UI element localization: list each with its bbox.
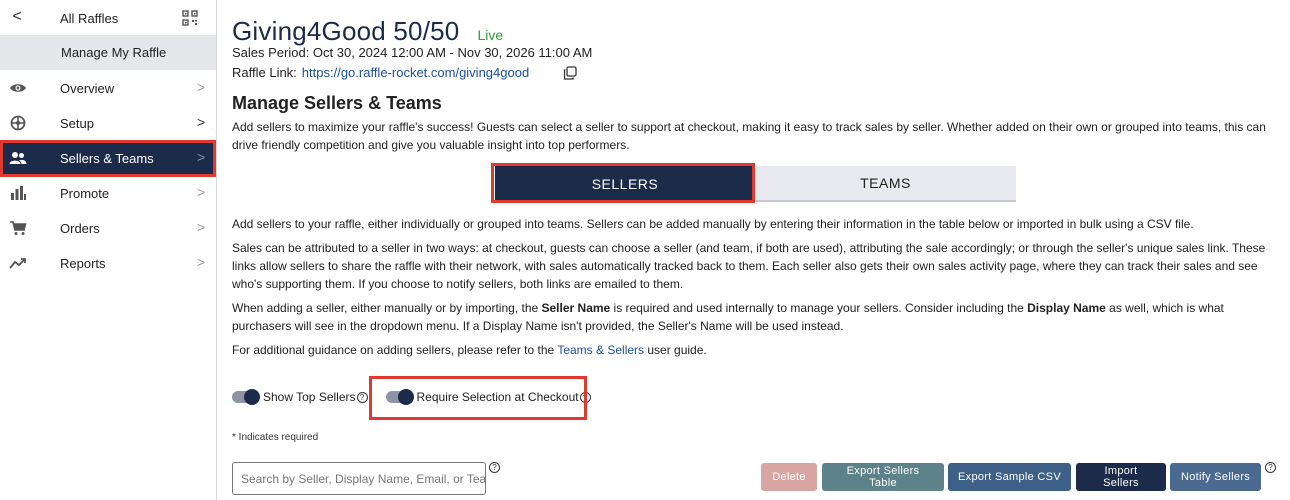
paragraph-guidance: For additional guidance on adding seller… [232,341,1277,359]
required-note: * Indicates required [232,432,319,443]
back-chevron-icon[interactable]: < [9,8,25,26]
notify-help-icon[interactable]: ? [1265,462,1276,473]
tab-sellers[interactable]: SELLERS [495,166,755,202]
qr-code-icon[interactable] [182,10,198,26]
search-input[interactable] [232,462,486,495]
search-help-icon[interactable]: ? [489,462,500,473]
seller-name-bold: Seller Name [541,301,611,315]
toggle-knob [397,389,414,405]
import-sellers-button[interactable]: Import Sellers [1076,463,1166,491]
paragraph-seller-name: When adding a seller, either manually or… [232,299,1277,335]
chevron-right-icon: > [197,219,206,235]
sidebar-item-label: Promote [60,186,110,201]
toggle-knob [244,389,260,405]
bar-chart-icon [11,186,26,200]
sidebar-item-sellers-teams[interactable]: Sellers & Teams > [0,140,216,175]
text-run: For additional guidance on adding seller… [232,343,558,357]
raffle-link-row: Raffle Link: https://go.raffle-rocket.co… [232,65,529,80]
chevron-right-icon: > [197,79,206,95]
chevron-right-icon: > [197,149,206,165]
show-top-sellers-label: Show Top Sellers [263,390,356,404]
show-top-sellers-toggle[interactable] [232,389,260,405]
cart-icon [10,221,27,235]
require-selection-label: Require Selection at Checkout [416,390,579,404]
title-row: Giving4Good 50/50 Live [232,16,503,47]
text-run: When adding a seller, either manually or… [232,301,542,315]
require-selection-toggle[interactable] [385,389,414,405]
sales-period: Sales Period: Oct 30, 2024 12:00 AM - No… [232,45,593,60]
copy-icon[interactable] [563,66,577,80]
sidebar-item-overview[interactable]: Overview > [0,70,216,105]
chevron-right-icon: > [197,114,206,130]
notify-sellers-button[interactable]: Notify Sellers [1170,463,1261,491]
sidebar-manage-my-raffle[interactable]: Manage My Raffle [0,35,216,70]
sidebar-item-label: Orders [60,221,100,236]
text-run: is required and used internally to manag… [610,301,1028,315]
delete-button[interactable]: Delete [761,463,817,491]
sidebar-item-setup[interactable]: Setup > [0,105,216,140]
sidebar-item-orders[interactable]: Orders > [0,210,216,245]
display-name-bold: Display Name [1027,301,1106,315]
sidebar-item-promote[interactable]: Promote > [0,175,216,210]
export-sample-csv-button[interactable]: Export Sample CSV [948,463,1071,491]
help-icon[interactable]: ? [579,391,591,403]
paragraph-attribution: Sales can be attributed to a seller in t… [232,241,1266,291]
sidebar-item-reports[interactable]: Reports > [0,245,216,280]
people-icon [9,152,27,164]
export-sellers-table-button[interactable]: Export Sellers Table [822,463,944,491]
sidebar-item-label: Setup [60,116,94,131]
status-badge: Live [477,27,504,43]
trend-line-icon [9,258,26,269]
sidebar-item-label: Sellers & Teams [60,151,154,166]
text-run: user guide. [644,343,707,357]
sidebar-header: < All Raffles [0,0,216,35]
tab-bar: SELLERS TEAMS [495,166,1016,202]
eye-icon [10,84,26,92]
page-title: Giving4Good 50/50 [232,16,460,46]
section-intro: Add sellers to maximize your raffle's su… [232,120,1266,152]
sidebar-item-label: Overview [60,81,115,96]
tab-teams[interactable]: TEAMS [755,166,1016,202]
raffle-link[interactable]: https://go.raffle-rocket.com/giving4good [302,65,529,80]
sidebar-item-label: Reports [60,256,106,271]
toggle-row: Show Top Sellers ? Require Selection at … [232,385,591,409]
section-heading: Manage Sellers & Teams [232,93,442,113]
chevron-right-icon: > [197,254,206,270]
raffle-link-label: Raffle Link: [232,65,297,80]
teams-sellers-guide-link[interactable]: Teams & Sellers [557,343,644,357]
gear-wheel-icon [10,115,26,131]
sidebar: < All Raffles Manage My Raffle Overview … [0,0,217,500]
paragraph-add-sellers: Add sellers to your raffle, either indiv… [232,217,1194,231]
chevron-right-icon: > [197,184,206,200]
all-raffles-link[interactable]: All Raffles [60,11,118,26]
help-icon[interactable]: ? [356,391,368,403]
